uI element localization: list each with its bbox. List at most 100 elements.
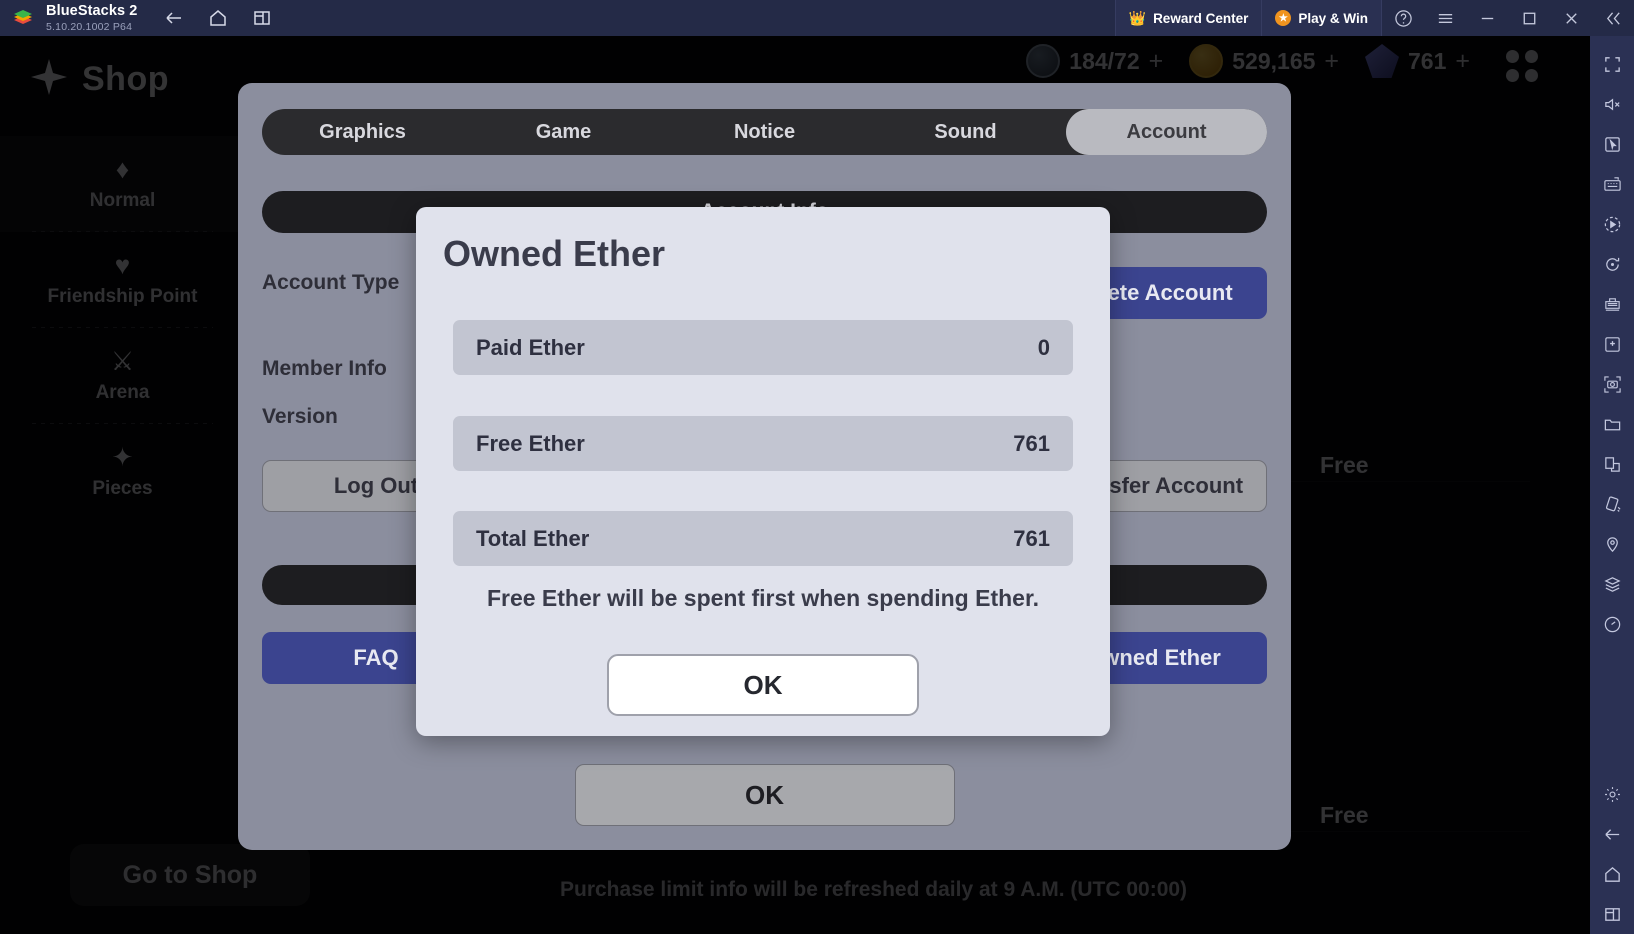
- currency-value: 529,165: [1232, 47, 1316, 74]
- add-ether-icon[interactable]: +: [1455, 48, 1470, 74]
- heart-icon: ♥: [114, 250, 131, 280]
- rotate-icon[interactable]: [1592, 244, 1632, 284]
- bluestacks-titlebar: BlueStacks 2 5.10.20.1002 P64 👑 Reward C…: [0, 0, 1634, 36]
- bluestacks-title-block: BlueStacks 2 5.10.20.1002 P64: [46, 4, 137, 32]
- copy-to-instance-icon[interactable]: [1592, 444, 1632, 484]
- dialog-ok-button[interactable]: OK: [607, 654, 919, 716]
- currency-value: 761: [1408, 47, 1447, 74]
- app-version: 5.10.20.1002 P64: [46, 20, 133, 33]
- gear-icon[interactable]: [1592, 774, 1632, 814]
- shop-item-price: Free: [1320, 452, 1369, 478]
- shake-icon[interactable]: [1592, 484, 1632, 524]
- close-icon[interactable]: [1550, 0, 1592, 36]
- keyboard-controls-icon[interactable]: [1592, 164, 1632, 204]
- shop-nav-label: Friendship Point: [47, 286, 198, 307]
- row-label: Free Ether: [476, 430, 585, 456]
- currency-ether[interactable]: 761 +: [1365, 44, 1470, 78]
- shop-nav-pieces[interactable]: ✦ Pieces: [0, 424, 245, 520]
- home-icon[interactable]: [1592, 854, 1632, 894]
- page-title: Shop: [82, 60, 169, 98]
- dialog-title: Owned Ether: [443, 233, 666, 274]
- gem-icon: ✦: [111, 442, 134, 472]
- grid-menu-icon[interactable]: [1506, 50, 1538, 82]
- recent-apps-icon[interactable]: [1592, 894, 1632, 934]
- owned-ether-dialog: Owned Ether Paid Ether 0 Free Ether 761 …: [416, 207, 1110, 736]
- maximize-icon[interactable]: [1508, 0, 1550, 36]
- tab-sound[interactable]: Sound: [865, 109, 1066, 155]
- titlebar-window-controls: [1382, 0, 1634, 36]
- reward-center-label: Reward Center: [1153, 10, 1249, 26]
- shop-nav-normal[interactable]: ♦ Normal: [0, 136, 245, 232]
- purchase-limit-note: Purchase limit info will be refreshed da…: [560, 878, 1188, 901]
- home-icon[interactable]: [205, 5, 231, 31]
- account-type-label: Account Type: [262, 271, 400, 294]
- bluestacks-logo-icon: [6, 0, 40, 36]
- play-and-win-label: Play & Win: [1298, 10, 1368, 26]
- fullscreen-icon[interactable]: [1592, 44, 1632, 84]
- settings-ok-button[interactable]: OK: [574, 764, 955, 826]
- app-name: BlueStacks 2: [46, 3, 138, 19]
- shop-nav-label: Normal: [89, 190, 156, 211]
- cursor-pointer-icon[interactable]: [1592, 124, 1632, 164]
- sword-icon: ⚔: [110, 346, 135, 376]
- multi-instance-sync-icon[interactable]: [1592, 564, 1632, 604]
- bluestacks-sidebar: [1590, 36, 1634, 934]
- stamina-icon: [1026, 44, 1061, 78]
- media-folder-icon[interactable]: [1592, 404, 1632, 444]
- tab-game[interactable]: Game: [463, 109, 664, 155]
- currency-stamina[interactable]: 184/72 +: [1026, 44, 1163, 78]
- tab-notice[interactable]: Notice: [664, 109, 865, 155]
- screenshot-icon[interactable]: [1592, 364, 1632, 404]
- dialog-note: Free Ether will be spent first when spen…: [486, 585, 1040, 611]
- version-label: Version: [262, 405, 338, 428]
- row-value: 0: [1037, 334, 1050, 360]
- paid-ether-row: Paid Ether 0: [453, 320, 1073, 375]
- total-ether-row: Total Ether 761: [453, 511, 1073, 566]
- shop-nav-friendship-point[interactable]: ♥ Friendship Point: [0, 232, 245, 328]
- titlebar-nav-icons: [161, 5, 275, 31]
- currency-value: 184/72: [1069, 47, 1140, 74]
- diamond-icon: ♦: [115, 154, 130, 184]
- add-gold-icon[interactable]: +: [1324, 48, 1339, 74]
- multi-instance-icon[interactable]: [249, 5, 275, 31]
- reward-center-button[interactable]: 👑 Reward Center: [1114, 0, 1262, 36]
- sparkle-icon: [28, 56, 70, 103]
- install-apk-icon[interactable]: [1592, 324, 1632, 364]
- add-stamina-icon[interactable]: +: [1149, 48, 1164, 74]
- shop-header: Shop: [28, 56, 169, 103]
- currency-gold[interactable]: 529,165 +: [1189, 44, 1339, 78]
- shop-item-price: Free: [1320, 802, 1369, 828]
- macro-record-icon[interactable]: [1592, 204, 1632, 244]
- eco-mode-icon[interactable]: [1592, 284, 1632, 324]
- tab-account[interactable]: Account: [1066, 109, 1267, 155]
- crown-icon: 👑: [1128, 10, 1147, 26]
- ether-icon: [1365, 44, 1400, 78]
- double-chevron-left-icon[interactable]: [1592, 0, 1634, 36]
- star-icon: ★: [1275, 10, 1292, 26]
- shop-nav-label: Pieces: [92, 478, 153, 499]
- row-value: 761: [1013, 430, 1050, 456]
- location-pin-icon[interactable]: [1592, 524, 1632, 564]
- row-label: Paid Ether: [476, 334, 585, 360]
- shop-nav-arena[interactable]: ⚔ Arena: [0, 328, 245, 424]
- member-info-label: Member Info: [262, 357, 387, 380]
- tab-graphics[interactable]: Graphics: [262, 109, 463, 155]
- free-ether-row: Free Ether 761: [453, 416, 1073, 471]
- back-arrow-icon[interactable]: [1592, 814, 1632, 854]
- back-arrow-icon[interactable]: [161, 5, 187, 31]
- minimize-icon[interactable]: [1466, 0, 1508, 36]
- hamburger-menu-icon[interactable]: [1424, 0, 1466, 36]
- mute-icon[interactable]: [1592, 84, 1632, 124]
- help-circle-icon[interactable]: [1382, 0, 1424, 36]
- app-root: Shop ♦ Normal ♥ Friendship Point ⚔ Arena…: [0, 0, 1634, 934]
- row-value: 761: [1013, 525, 1050, 551]
- settings-tabs: Graphics Game Notice Sound Account: [262, 109, 1267, 155]
- shop-nav-label: Arena: [95, 382, 150, 403]
- play-and-win-button[interactable]: ★ Play & Win: [1261, 0, 1382, 36]
- row-label: Total Ether: [476, 525, 590, 551]
- go-to-shop-button[interactable]: Go to Shop: [70, 844, 310, 906]
- performance-meter-icon[interactable]: [1592, 604, 1632, 644]
- gold-icon: [1189, 44, 1224, 78]
- currency-bar: 184/72 + 529,165 + 761 +: [1026, 44, 1470, 78]
- shop-category-nav: ♦ Normal ♥ Friendship Point ⚔ Arena ✦ Pi…: [0, 136, 245, 520]
